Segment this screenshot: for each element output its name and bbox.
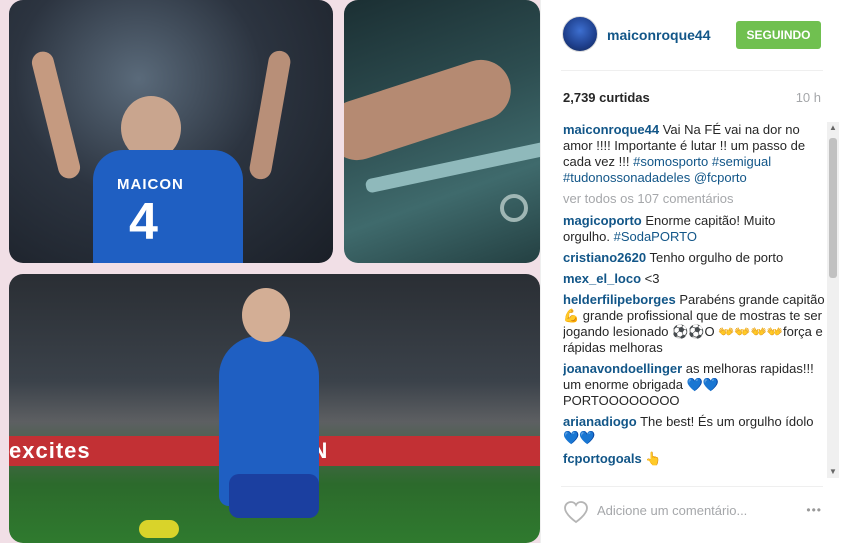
comment-text: Tenho orgulho de porto xyxy=(646,250,784,265)
add-comment-input[interactable]: Adicione um comentário... xyxy=(597,503,747,518)
list-item: magicoporto Enorme capitão! Muito orgulh… xyxy=(563,213,825,245)
photo-injured-foot xyxy=(344,0,540,263)
comments-scrollbar[interactable]: ▲ ▼ xyxy=(827,122,839,478)
post-time[interactable]: 10 h xyxy=(796,90,821,105)
post-header: maiconroque44 SEGUINDO xyxy=(541,0,843,70)
following-button[interactable]: SEGUINDO xyxy=(736,21,821,49)
chevron-up-icon[interactable]: ▲ xyxy=(827,122,839,134)
avatar[interactable] xyxy=(562,16,598,52)
comment-username[interactable]: magicoporto xyxy=(563,213,642,228)
comments-list: maiconroque44 Vai Na FÉ vai na dor no am… xyxy=(563,122,825,478)
chevron-down-icon[interactable]: ▼ xyxy=(827,466,839,478)
list-item: mex_el_loco <3 xyxy=(563,271,825,287)
comment-username[interactable]: arianadiogo xyxy=(563,414,637,429)
caption-username[interactable]: maiconroque44 xyxy=(563,122,659,137)
banner-text-left: excites xyxy=(9,438,91,463)
post-photo-collage[interactable]: MAICON 4 excites SAN xyxy=(0,0,540,543)
divider xyxy=(561,486,823,487)
likes-count[interactable]: 2,739 curtidas xyxy=(563,90,650,105)
scrollbar-thumb[interactable] xyxy=(829,138,837,278)
header-username[interactable]: maiconroque44 xyxy=(607,27,710,43)
player-head xyxy=(242,288,290,342)
comment-text: <3 xyxy=(641,271,660,286)
list-item: helderfilipeborges Parabéns grande capit… xyxy=(563,292,825,356)
list-item: arianadiogo The best! És um orgulho ídol… xyxy=(563,414,825,446)
photo-player-celebrating: MAICON 4 xyxy=(9,0,333,263)
player-boot xyxy=(139,520,179,538)
comment-username[interactable]: helderfilipeborges xyxy=(563,292,676,307)
comment-text: 👆 xyxy=(641,451,662,466)
player-shorts xyxy=(229,474,319,518)
comment-username[interactable]: fcportogoals xyxy=(563,451,642,466)
heart-icon[interactable] xyxy=(563,500,589,524)
table-knob xyxy=(500,194,528,222)
leg-shape xyxy=(344,52,519,168)
photo-player-heart-gesture: excites SAN xyxy=(9,274,540,543)
list-item: cristiano2620 Tenho orgulho de porto xyxy=(563,250,825,266)
comment-username[interactable]: cristiano2620 xyxy=(563,250,646,265)
caption: maiconroque44 Vai Na FÉ vai na dor no am… xyxy=(563,122,825,186)
jersey-number: 4 xyxy=(129,193,158,251)
instagram-post-modal: MAICON 4 excites SAN maiconroque44 SEGUI… xyxy=(0,0,843,543)
comment-username[interactable]: mex_el_loco xyxy=(563,271,641,286)
player-arm-right xyxy=(247,49,293,181)
player-arm-left xyxy=(29,49,83,181)
list-item: fcportogoals 👆 xyxy=(563,451,825,467)
comment-username[interactable]: joanavondoellinger xyxy=(563,361,682,376)
comments-panel: maiconroque44 SEGUINDO 2,739 curtidas 10… xyxy=(540,0,843,543)
view-all-comments-link[interactable]: ver todos os 107 comentários xyxy=(563,191,825,207)
divider xyxy=(561,70,823,71)
list-item: joanavondoellinger as melhoras rapidas!!… xyxy=(563,361,825,409)
jersey-name: MAICON xyxy=(117,176,184,193)
player-jersey xyxy=(93,150,243,263)
comment-hashtag[interactable]: #SodaPORTO xyxy=(614,229,697,244)
more-options-button[interactable]: ••• xyxy=(806,503,822,517)
